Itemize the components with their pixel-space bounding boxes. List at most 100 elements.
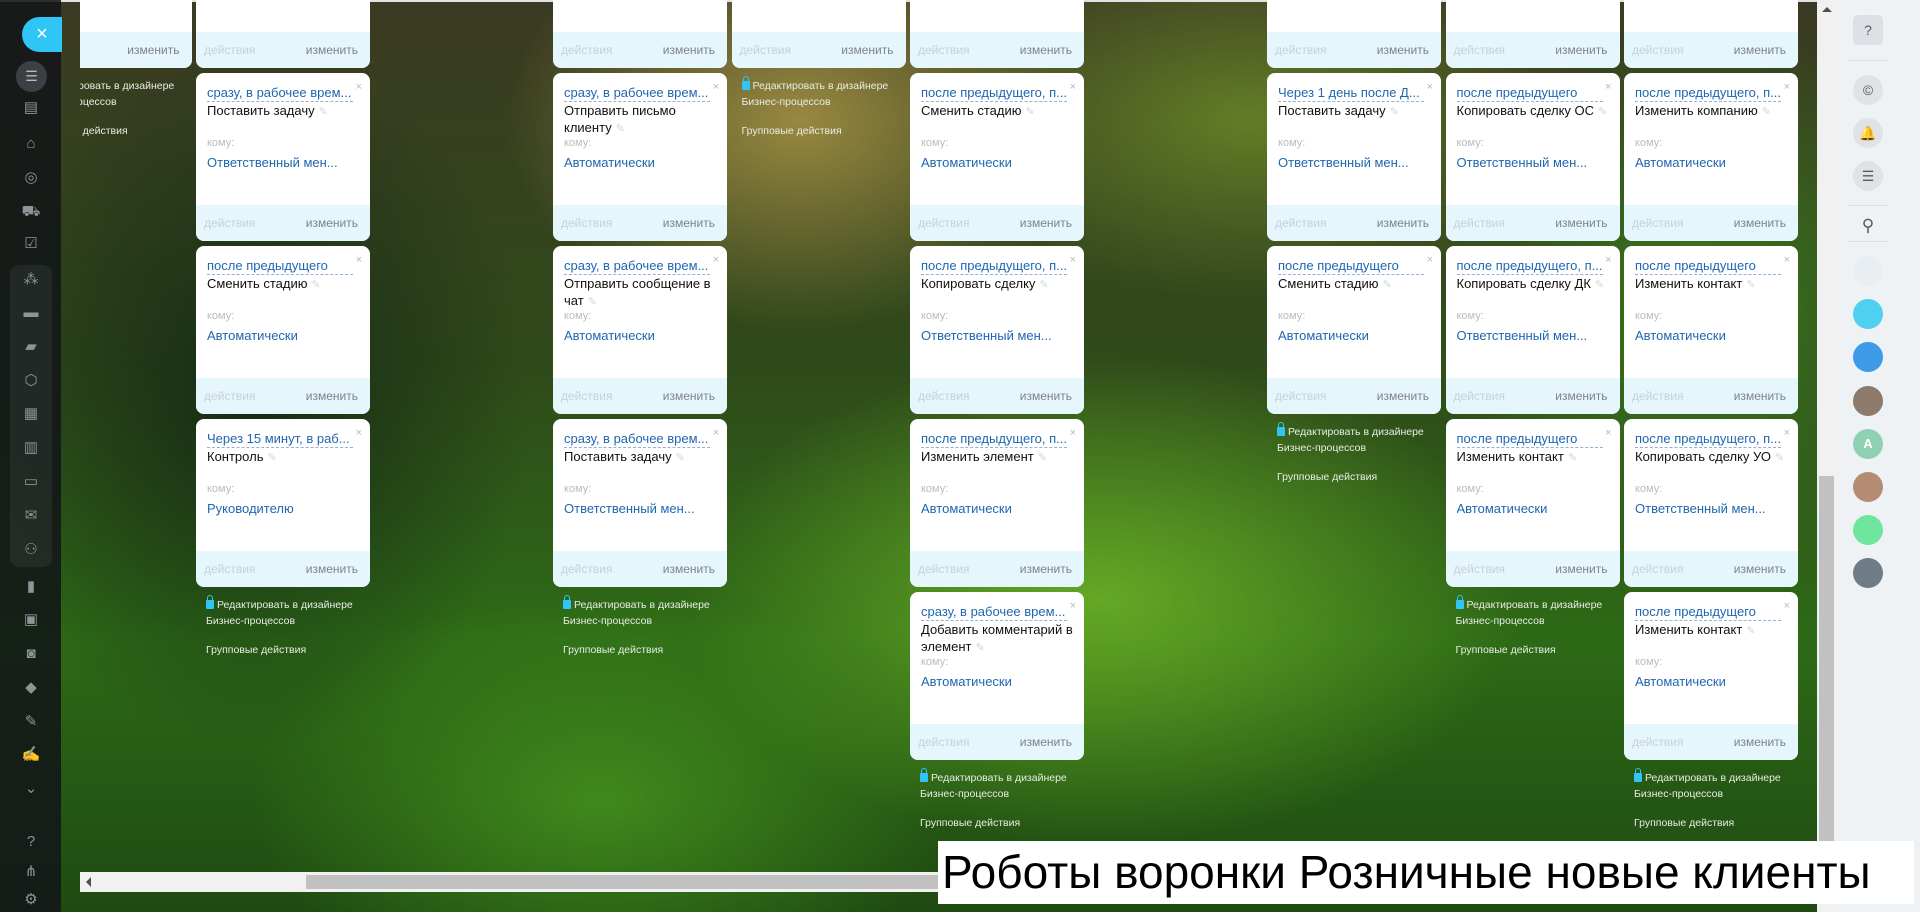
actions-button[interactable]: действия: [1632, 562, 1683, 576]
delete-robot-icon[interactable]: ×: [1070, 600, 1076, 612]
robot-card[interactable]: действияизменить: [1445, 0, 1620, 68]
edit-bp-line1[interactable]: Редактировать в дизайнере: [1288, 426, 1424, 438]
delete-robot-icon[interactable]: ×: [356, 254, 362, 266]
robot-trigger-link[interactable]: после предыдущего: [1635, 258, 1781, 275]
actions-button[interactable]: действия: [1632, 735, 1683, 749]
users-icon[interactable]: ⚇: [18, 539, 44, 561]
robot-trigger-link[interactable]: после предыдущего: [1456, 431, 1603, 448]
delete-robot-icon[interactable]: ×: [1784, 81, 1790, 93]
actions-button[interactable]: действия: [918, 735, 969, 749]
robot-recipient[interactable]: Ответственный мен...: [207, 155, 357, 170]
edit-robot-button[interactable]: изменить: [1377, 216, 1429, 230]
group-actions-link[interactable]: Групповые действия: [920, 815, 1094, 831]
user-avatar[interactable]: [1853, 472, 1883, 502]
robot-recipient[interactable]: Автоматически: [1635, 155, 1785, 170]
edit-robot-button[interactable]: изменить: [1020, 216, 1072, 230]
pencil-icon[interactable]: ✎: [975, 642, 984, 654]
vertical-scrollbar[interactable]: [1817, 0, 1836, 912]
delete-robot-icon[interactable]: ×: [1070, 427, 1076, 439]
robot-card[interactable]: после предыдущего, п... × Копировать сделк…: [1624, 419, 1798, 587]
robot-trigger-link[interactable]: Через 1 день после Д...: [1278, 85, 1424, 102]
robot-recipient[interactable]: Руководителю: [207, 501, 357, 516]
contact-card-icon[interactable]: ▣: [18, 609, 44, 631]
edit-bp-line2[interactable]: Бизнес-процессов: [1277, 440, 1451, 456]
edit-robot-button[interactable]: изменить: [306, 389, 358, 403]
robot-trigger-link[interactable]: после предыдущего, п...: [1456, 258, 1603, 275]
robot-card[interactable]: действияизменить: [80, 0, 192, 68]
edit-robot-button[interactable]: изменить: [1555, 43, 1607, 57]
pencil-icon[interactable]: ✎: [1039, 279, 1048, 291]
document-icon[interactable]: ▥: [18, 437, 44, 459]
edit-robot-button[interactable]: изменить: [1734, 735, 1786, 749]
robot-recipient[interactable]: Автоматически: [564, 155, 714, 170]
pencil-icon[interactable]: ✎: [1390, 106, 1399, 118]
hexagon-icon[interactable]: ⬡: [18, 370, 44, 392]
pencil-icon[interactable]: ✎: [1762, 106, 1771, 118]
actions-button[interactable]: действия: [1632, 216, 1683, 230]
delete-robot-icon[interactable]: ×: [713, 254, 719, 266]
delete-robot-icon[interactable]: ×: [1070, 254, 1076, 266]
edit-robot-button[interactable]: изменить: [1020, 562, 1072, 576]
robot-trigger-link[interactable]: сразу, в рабочее врем...: [921, 604, 1067, 621]
actions-button[interactable]: действия: [1632, 389, 1683, 403]
news-avatar[interactable]: [1853, 515, 1883, 546]
actions-button[interactable]: действия: [918, 562, 969, 576]
robot-recipient[interactable]: Ответственный мен...: [1635, 501, 1785, 516]
delete-robot-icon[interactable]: ×: [713, 427, 719, 439]
delete-robot-icon[interactable]: ×: [1605, 427, 1611, 439]
network-icon[interactable]: ⋔: [18, 861, 44, 883]
edit-robot-button[interactable]: изменить: [1377, 389, 1429, 403]
user-a-avatar[interactable]: A: [1853, 428, 1883, 459]
edit-in-bp-designer-link[interactable]: Редактировать в дизайнере: [80, 78, 202, 94]
analytics-icon[interactable]: ▮: [18, 576, 44, 598]
robot-card[interactable]: Через 1 день после Д... × Поставить задачу…: [1267, 73, 1441, 241]
robot-recipient[interactable]: Автоматически: [1635, 674, 1785, 689]
actions-button[interactable]: действия: [918, 43, 969, 57]
pencil-icon[interactable]: ✎: [1382, 279, 1391, 291]
robot-recipient[interactable]: Ответственный мен...: [1457, 328, 1607, 343]
delete-robot-icon[interactable]: ×: [1784, 254, 1790, 266]
robot-card[interactable]: Через 15 минут, в раб... × Контроль ✎ кому: Р…: [196, 419, 370, 587]
edit-robot-button[interactable]: изменить: [841, 43, 893, 57]
delete-robot-icon[interactable]: ×: [1784, 427, 1790, 439]
close-button[interactable]: ×: [22, 17, 62, 52]
robot-recipient[interactable]: Автоматически: [921, 501, 1071, 516]
robot-card[interactable]: сразу, в рабочее врем... × Добавить коммен…: [910, 592, 1084, 760]
edit-robot-button[interactable]: изменить: [1377, 43, 1429, 57]
pencil-icon[interactable]: ✎: [1746, 625, 1755, 637]
robot-icon[interactable]: ◙: [18, 643, 44, 665]
chat-search-icon[interactable]: ☰: [1853, 161, 1883, 191]
robot-trigger-link[interactable]: после предыдущего: [1456, 85, 1603, 102]
robot-card[interactable]: после предыдущего × Сменить стадию ✎ кому: Ав…: [1267, 246, 1441, 414]
actions-button[interactable]: действия: [204, 216, 255, 230]
edit-robot-button[interactable]: изменить: [306, 216, 358, 230]
actions-button[interactable]: действия: [1275, 216, 1326, 230]
edit-robot-button[interactable]: изменить: [1020, 389, 1072, 403]
robot-recipient[interactable]: Ответственный мен...: [564, 501, 714, 516]
pencil-icon[interactable]: ✎: [267, 452, 276, 464]
window-icon[interactable]: ▬: [18, 302, 44, 324]
robot-recipient[interactable]: Ответственный мен...: [1457, 155, 1607, 170]
filter-icon[interactable]: ☰: [16, 61, 47, 92]
robot-trigger-link[interactable]: после предыдущего: [207, 258, 353, 275]
edit-bp-line2[interactable]: Бизнес-процессов: [1456, 613, 1630, 629]
scroll-left-arrow-icon[interactable]: [86, 877, 91, 887]
robot-card[interactable]: сразу, в рабочее врем... × Поставить задач…: [553, 419, 727, 587]
edit-robot-button[interactable]: изменить: [1555, 389, 1607, 403]
edit-robot-button[interactable]: изменить: [306, 43, 358, 57]
robot-trigger-link[interactable]: после предыдущего, п...: [921, 258, 1067, 275]
settings-icon[interactable]: ⚙: [18, 889, 44, 911]
robot-trigger-link[interactable]: сразу, в рабочее врем...: [564, 258, 710, 275]
actions-button[interactable]: действия: [1454, 562, 1505, 576]
copilot-icon[interactable]: ©: [1853, 75, 1883, 105]
robot-recipient[interactable]: Автоматически: [207, 328, 357, 343]
actions-button[interactable]: действия: [918, 389, 969, 403]
group-actions-link[interactable]: Групповые действия: [742, 123, 916, 139]
robot-trigger-link[interactable]: после предыдущего, п...: [1635, 431, 1781, 448]
robot-recipient[interactable]: Автоматически: [1457, 501, 1607, 516]
pencil-icon[interactable]: ✎: [1025, 106, 1034, 118]
actions-button[interactable]: действия: [204, 43, 255, 57]
drive-icon[interactable]: ▭: [18, 471, 44, 493]
robot-trigger-link[interactable]: Через 15 минут, в раб...: [207, 431, 353, 448]
edit-robot-button[interactable]: изменить: [1734, 562, 1786, 576]
